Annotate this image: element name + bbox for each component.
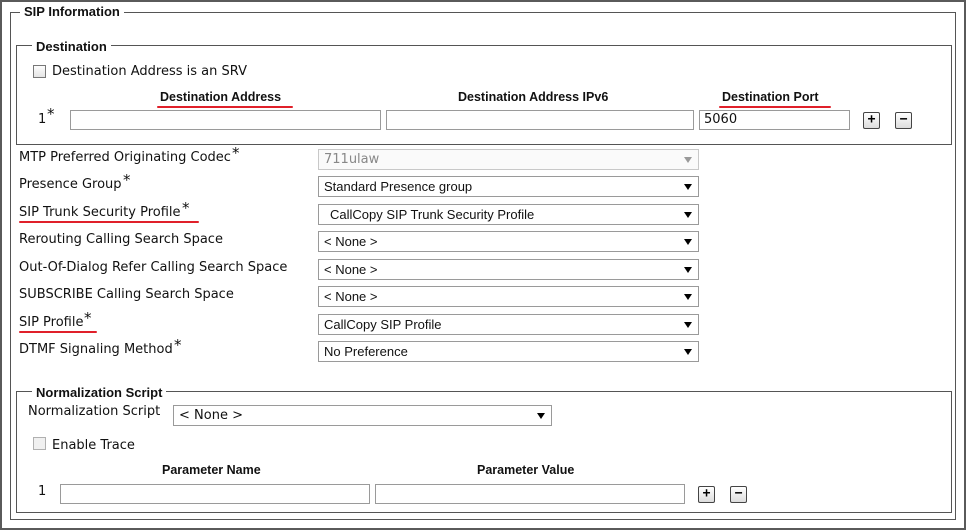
normalization-script-label: Normalization Script [28,404,161,419]
minus-icon: − [734,486,743,501]
enable-trace-checkbox[interactable] [33,437,46,450]
presence-group-value: Standard Presence group [324,179,473,194]
mtp-codec-label: MTP Preferred Originating Codec [19,150,231,165]
destination-address-ipv6-input[interactable] [386,110,694,130]
enable-trace-label: Enable Trace [52,438,135,453]
srv-checkbox[interactable] [33,65,46,78]
sip-profile-value: CallCopy SIP Profile [324,317,442,332]
destination-legend: Destination [32,39,111,54]
required-marker: * [174,336,182,354]
triangle-down-icon [684,267,692,273]
destination-port-annotation [719,106,831,108]
minus-icon: − [899,112,908,127]
required-marker: * [232,144,240,162]
destination-port-header: Destination Port [722,90,819,104]
sip-trunk-security-profile-value: CallCopy SIP Trunk Security Profile [330,207,535,222]
triangle-down-icon [684,322,692,328]
out-of-dialog-refer-css-select[interactable]: < None > [318,259,699,280]
sip-information-legend: SIP Information [20,4,124,19]
sip-profile-label: SIP Profile [19,315,84,330]
sip-trunk-security-profile-select[interactable]: CallCopy SIP Trunk Security Profile [318,204,699,225]
sip-profile-select[interactable]: CallCopy SIP Profile [318,314,699,335]
destination-port-input[interactable]: 5060 [699,110,850,130]
triangle-down-icon [684,157,692,163]
parameter-name-header: Parameter Name [162,463,261,477]
normalization-legend: Normalization Script [32,385,167,400]
normalization-script-value: < None > [179,408,243,423]
add-parameter-button[interactable]: + [698,486,715,503]
plus-icon: + [702,486,711,501]
triangle-down-icon [684,239,692,245]
out-of-dialog-refer-css-label: Out-Of-Dialog Refer Calling Search Space [19,260,288,275]
destination-address-input[interactable] [70,110,381,130]
sip-trunk-security-profile-label: SIP Trunk Security Profile [19,205,181,220]
mtp-codec-select: 711ulaw [318,149,699,170]
required-marker: * [182,199,190,217]
triangle-down-icon [684,184,692,190]
subscribe-css-label: SUBSCRIBE Calling Search Space [19,287,234,302]
parameter-value-header: Parameter Value [477,463,575,477]
dtmf-signaling-method-label: DTMF Signaling Method [19,342,173,357]
rerouting-css-label: Rerouting Calling Search Space [19,232,223,247]
srv-checkbox-label: Destination Address is an SRV [52,64,247,79]
remove-destination-button[interactable]: − [895,112,912,129]
triangle-down-icon [537,413,545,419]
required-marker: * [123,171,131,189]
mtp-codec-value: 711ulaw [324,152,380,167]
parameter-row-index: 1 [38,484,47,499]
destination-row-index: 1 [38,112,47,127]
rerouting-css-value: < None > [324,234,378,249]
subscribe-css-select[interactable]: < None > [318,286,699,307]
required-marker: * [47,105,55,123]
triangle-down-icon [684,294,692,300]
rerouting-css-select[interactable]: < None > [318,231,699,252]
triangle-down-icon [684,212,692,218]
add-destination-button[interactable]: + [863,112,880,129]
normalization-script-select[interactable]: < None > [173,405,552,426]
required-marker: * [84,309,92,327]
out-of-dialog-refer-css-value: < None > [324,262,378,277]
presence-group-select[interactable]: Standard Presence group [318,176,699,197]
plus-icon: + [867,112,876,127]
sip-profile-annotation [19,331,97,333]
sip-trunk-security-profile-annotation [19,221,199,223]
destination-address-annotation [157,106,293,108]
parameter-name-input[interactable] [60,484,370,504]
parameter-value-input[interactable] [375,484,685,504]
destination-address-ipv6-header: Destination Address IPv6 [458,90,609,104]
remove-parameter-button[interactable]: − [730,486,747,503]
dtmf-signaling-method-value: No Preference [324,344,408,359]
subscribe-css-value: < None > [324,289,378,304]
dtmf-signaling-method-select[interactable]: No Preference [318,341,699,362]
presence-group-label: Presence Group [19,177,122,192]
destination-address-header: Destination Address [160,90,282,104]
triangle-down-icon [684,349,692,355]
sip-information-panel: SIP Information Destination Destination … [0,0,966,530]
